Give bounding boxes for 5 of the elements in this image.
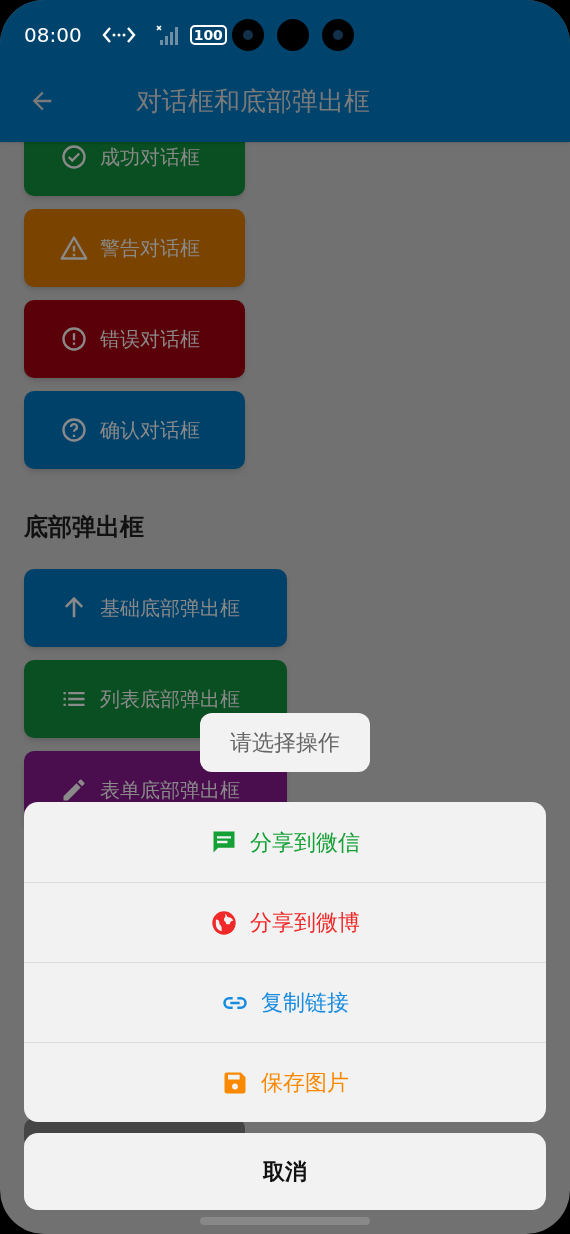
choose-action-toast: 请选择操作 [200, 713, 370, 772]
status-time: 08:00 [24, 22, 82, 49]
app-bar-title: 对话框和底部弹出框 [136, 84, 370, 118]
battery-level: 100 [189, 25, 227, 45]
section-heading: 底部弹出框 [24, 512, 145, 543]
